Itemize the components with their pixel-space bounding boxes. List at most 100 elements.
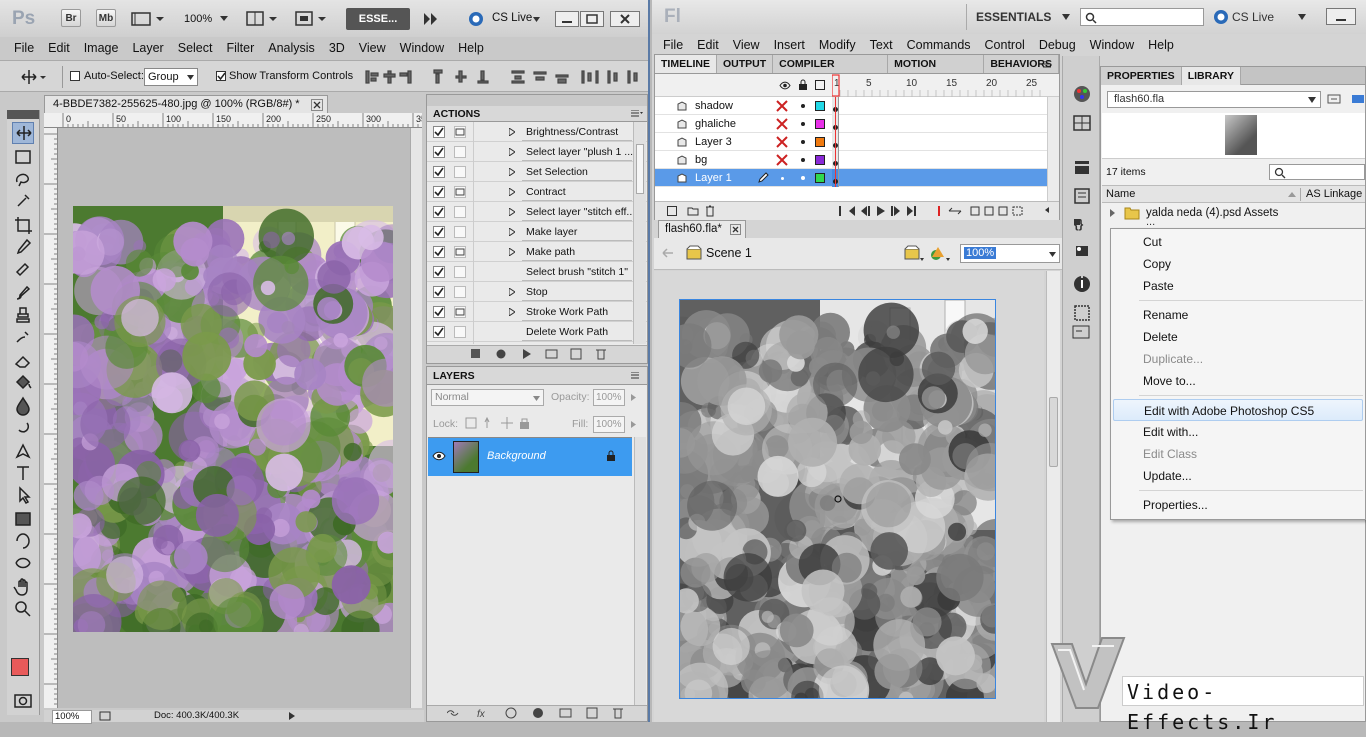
library-row-assets[interactable]: yalda neda (4).psd Assets <box>1102 204 1365 222</box>
layer-outline-color[interactable] <box>815 119 825 129</box>
library-col-name[interactable]: Name <box>1106 186 1135 203</box>
context-menu-copy[interactable]: Copy <box>1111 253 1365 275</box>
ps-menu-edit[interactable]: Edit <box>41 37 77 59</box>
action-toggle-checkbox[interactable] <box>433 166 445 178</box>
marquee-tool-icon[interactable] <box>12 146 34 168</box>
ps-lilac-photo[interactable] <box>73 206 393 632</box>
library-tab-library[interactable]: LIBRARY <box>1181 67 1241 85</box>
action-dialog-toggle[interactable] <box>454 126 466 138</box>
bridge-button[interactable]: Br <box>61 9 81 27</box>
quick-select-tool-icon[interactable] <box>12 190 34 212</box>
fl-menu-text[interactable]: Text <box>863 34 900 56</box>
fl-menu-debug[interactable]: Debug <box>1032 34 1083 56</box>
healing-brush-tool-icon[interactable] <box>12 258 34 280</box>
fill-arrow-icon[interactable] <box>631 421 636 428</box>
timeline-layer-row[interactable]: shadow <box>655 97 1059 115</box>
library-sort-icon[interactable] <box>1288 192 1296 197</box>
layer-outline-color[interactable] <box>815 173 825 183</box>
ps-menu-filter[interactable]: Filter <box>219 37 261 59</box>
onion-skin-controls[interactable] <box>935 206 1035 217</box>
fl-cs-live-icon[interactable] <box>1213 9 1229 25</box>
brush-tool-icon[interactable] <box>12 282 34 304</box>
context-menu-move-to[interactable]: Move to... <box>1111 370 1365 392</box>
ps-menu-analysis[interactable]: Analysis <box>261 37 322 59</box>
actions-scrollbar[interactable] <box>633 122 646 344</box>
align-buttons[interactable] <box>364 69 494 85</box>
action-row[interactable]: Make path <box>427 242 647 262</box>
action-dialog-toggle[interactable] <box>454 266 466 278</box>
dodge-tool-icon[interactable] <box>12 416 34 438</box>
fl-menu-file[interactable]: File <box>656 34 690 56</box>
action-toggle-checkbox[interactable] <box>433 146 445 158</box>
action-toggle-checkbox[interactable] <box>433 286 445 298</box>
new-folder-button[interactable] <box>687 206 699 216</box>
expand-arrow-icon[interactable] <box>509 188 515 196</box>
path-select-tool-icon[interactable] <box>12 484 34 506</box>
fl-menu-help[interactable]: Help <box>1141 34 1181 56</box>
ps-menu-window[interactable]: Window <box>393 37 451 59</box>
layers-panel-tab[interactable]: LAYERS <box>427 367 647 385</box>
ps-status-arrow-icon[interactable] <box>289 712 295 720</box>
eyedropper-tool-icon[interactable] <box>12 236 34 258</box>
action-row[interactable]: Select layer "stitch eff... <box>427 202 647 222</box>
expand-arrow-icon[interactable] <box>509 208 515 216</box>
ps-doc-tab[interactable]: 4-BBDE7382-255625-480.jpg @ 100% (RGB/8#… <box>44 95 328 113</box>
arrange-documents-button[interactable] <box>246 10 278 28</box>
library-tab-properties[interactable]: PROPERTIES <box>1101 67 1182 85</box>
action-toggle-checkbox[interactable] <box>433 126 445 138</box>
expand-arrow-icon[interactable] <box>509 248 515 256</box>
action-toggle-checkbox[interactable] <box>433 306 445 318</box>
timeline-panel-menu-icon[interactable] <box>1043 61 1055 69</box>
fl-search-field[interactable] <box>1080 8 1204 26</box>
expand-arrow-icon[interactable] <box>509 308 515 316</box>
action-dialog-toggle[interactable] <box>454 246 466 258</box>
ps-menu-file[interactable]: File <box>7 37 41 59</box>
timeline-vscrollbar[interactable] <box>1047 97 1059 201</box>
timeline-layer-row[interactable]: Layer 1 <box>655 169 1059 187</box>
ps-menu-3d[interactable]: 3D <box>322 37 352 59</box>
cs-live-label[interactable]: CS Live <box>492 12 532 24</box>
library-pin-icon[interactable] <box>1327 93 1341 105</box>
stage-doc-close-icon[interactable] <box>730 224 741 235</box>
layer-visibility-eye-icon[interactable] <box>432 451 446 461</box>
opacity-arrow-icon[interactable] <box>631 394 636 401</box>
ps-vertical-scrollbar[interactable] <box>410 128 422 708</box>
context-menu-cut[interactable]: Cut <box>1111 231 1365 253</box>
history-brush-tool-icon[interactable] <box>12 326 34 348</box>
auto-select-dropdown[interactable]: Group <box>144 68 198 86</box>
ps-doc-close-icon[interactable] <box>311 99 323 111</box>
edit-symbols-button[interactable] <box>930 245 952 263</box>
expand-arrow-icon[interactable] <box>509 288 515 296</box>
timeline-tab-motion-editor[interactable]: MOTION EDITOR <box>888 55 985 88</box>
ps-minimize-button[interactable] <box>555 11 579 27</box>
show-transform-checkbox[interactable] <box>216 71 226 81</box>
context-menu-edit-with[interactable]: Edit with... <box>1111 421 1365 443</box>
action-dialog-toggle[interactable] <box>454 286 466 298</box>
context-menu-properties[interactable]: Properties... <box>1111 494 1365 516</box>
library-search-field[interactable] <box>1269 164 1365 180</box>
context-menu-paste[interactable]: Paste <box>1111 275 1365 297</box>
hidden-layer-x-icon[interactable] <box>776 118 788 130</box>
visibility-dot-icon[interactable] <box>781 177 784 180</box>
scene-label[interactable]: Scene 1 <box>706 246 752 260</box>
action-row[interactable]: Make layer <box>427 222 647 242</box>
fl-menu-control[interactable]: Control <box>978 34 1032 56</box>
context-menu-delete[interactable]: Delete <box>1111 326 1365 348</box>
crop-tool-icon[interactable] <box>12 214 34 236</box>
workspace-button[interactable]: ESSE... <box>346 8 410 30</box>
timeline-tab-output[interactable]: OUTPUT <box>717 55 774 73</box>
library-file-dropdown[interactable]: flash60.fla <box>1107 91 1321 108</box>
fl-cs-live-label[interactable]: CS Live <box>1232 10 1274 24</box>
stage-zoom-dropdown[interactable]: 100% <box>960 244 1060 263</box>
action-row[interactable]: Stop <box>427 282 647 302</box>
action-dialog-toggle[interactable] <box>454 226 466 238</box>
3d-rotate-tool-icon[interactable] <box>12 530 34 552</box>
lasso-tool-icon[interactable] <box>12 168 34 190</box>
context-menu-edit-with-adobe-photoshop-cs5[interactable]: Edit with Adobe Photoshop CS5 <box>1113 399 1363 421</box>
mini-bridge-button[interactable]: Mb <box>96 9 116 27</box>
action-row[interactable]: Delete Work Path <box>427 322 647 342</box>
lock-dot-icon[interactable] <box>801 122 805 126</box>
foreground-color-swatch[interactable] <box>11 658 29 676</box>
action-dialog-toggle[interactable] <box>454 186 466 198</box>
stage-doc-tab[interactable]: flash60.fla* <box>658 220 746 238</box>
